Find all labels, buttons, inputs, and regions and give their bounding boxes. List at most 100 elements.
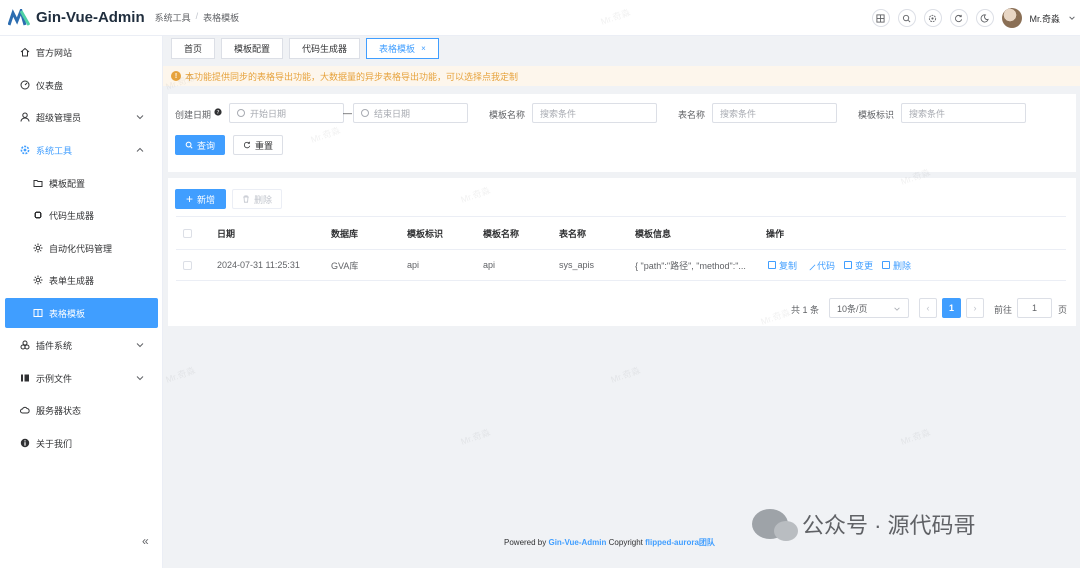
- cell-db: GVA库: [331, 260, 359, 271]
- change-action-label: 变更: [855, 260, 874, 271]
- sidebar-item-official-site[interactable]: 官方网站: [0, 37, 163, 67]
- refresh-button[interactable]: [949, 9, 968, 27]
- template-table: 日期 数据库 模板标识 模板名称 表名称 模板信息 操作 2024-07-31 …: [176, 216, 1066, 281]
- column-header-template-id[interactable]: 模板标识: [407, 217, 443, 249]
- row-select-cell: [183, 250, 192, 280]
- cell-date: 2024-07-31 11:25:31: [217, 260, 300, 270]
- query-button-label: 查询: [196, 140, 215, 151]
- sidebar-item-code-generator[interactable]: 代码生成器: [0, 200, 163, 230]
- header-actions: Mr.奇淼: [871, 0, 1077, 36]
- table-header-row: 日期 数据库 模板标识 模板名称 表名称 模板信息 操作: [176, 217, 1066, 250]
- tab-code-generator[interactable]: 代码生成器: [289, 38, 361, 59]
- settings-button[interactable]: [923, 9, 942, 27]
- breadcrumb-item-system-tools[interactable]: 系统工具: [155, 11, 191, 24]
- collapse-sidebar-button[interactable]: «: [142, 534, 149, 548]
- goto-page-input[interactable]: 1: [1017, 298, 1052, 318]
- row-checkbox[interactable]: [183, 260, 192, 270]
- page-number-1[interactable]: 1: [942, 298, 961, 318]
- column-header-table-name[interactable]: 表名称: [559, 217, 586, 249]
- page-size-value: 10条/页: [837, 303, 868, 314]
- table-row: 2024-07-31 11:25:31 GVA库 api api sys_api…: [176, 250, 1066, 281]
- add-button-label: 新增: [197, 194, 216, 205]
- user-avatar[interactable]: [1001, 8, 1022, 28]
- project-link[interactable]: Gin-Vue-Admin: [548, 538, 606, 547]
- plus-icon: +: [185, 192, 193, 206]
- clock-icon: [361, 109, 369, 117]
- chevron-right-icon: ›: [973, 303, 977, 313]
- template-name-label: 模板名称: [489, 110, 526, 120]
- end-date-input[interactable]: 结束日期: [353, 103, 468, 123]
- wechat-official-account-badge: 公众号 · 源代码哥: [752, 508, 976, 541]
- column-header-db[interactable]: 数据库: [331, 217, 358, 249]
- sidebar-item-server-status[interactable]: 服务器状态: [0, 395, 163, 425]
- sidebar-item-label: 关于我们: [36, 438, 73, 449]
- change-action[interactable]: 变更: [844, 259, 873, 272]
- top-header: Gin-Vue-Admin 系统工具 / 表格模板 Mr.奇淼: [0, 0, 1080, 36]
- table-name-placeholder: 搜索条件: [720, 108, 757, 119]
- delete-action[interactable]: 删除: [882, 259, 911, 272]
- watermark: Mr.奇淼: [459, 427, 492, 447]
- page-size-select[interactable]: 10条/页: [829, 298, 909, 318]
- sidebar-item-label: 示例文件: [36, 373, 73, 384]
- sidebar-item-label: 服务器状态: [36, 405, 82, 416]
- chevron-down-icon: [136, 343, 144, 348]
- tab-table-template[interactable]: 表格模板 ×: [366, 38, 439, 59]
- sidebar-item-dashboard[interactable]: 仪表盘: [0, 70, 163, 100]
- chevron-up-icon: [136, 147, 144, 152]
- copy-icon: [768, 261, 776, 269]
- sidebar-item-system-tools[interactable]: 系统工具: [0, 135, 163, 165]
- date-range-separator: —: [343, 108, 352, 118]
- user-name[interactable]: Mr.奇淼: [1030, 12, 1061, 25]
- sidebar-item-super-admin[interactable]: 超级管理员: [0, 102, 163, 132]
- column-header-date[interactable]: 日期: [217, 217, 235, 249]
- template-name-input[interactable]: 搜索条件: [532, 103, 657, 123]
- sidebar-item-about-us[interactable]: 关于我们: [0, 428, 163, 458]
- copy-action[interactable]: 复制: [768, 259, 797, 272]
- delete-button[interactable]: 删除: [232, 189, 282, 209]
- sidebar-item-table-template[interactable]: 表格模板: [5, 298, 158, 328]
- add-button[interactable]: + 新增: [175, 189, 226, 209]
- sidebar-item-plugin-system[interactable]: 插件系统: [0, 330, 163, 360]
- next-page-button[interactable]: ›: [966, 298, 984, 318]
- team-link[interactable]: flipped-aurora团队: [645, 538, 715, 547]
- prev-page-button[interactable]: ‹: [919, 298, 937, 318]
- table-name-input[interactable]: 搜索条件: [712, 103, 837, 123]
- query-button[interactable]: 查询: [175, 135, 225, 155]
- sidebar-item-label: 插件系统: [36, 340, 73, 351]
- plugin-icon: [20, 340, 30, 350]
- sidebar-item-example-files[interactable]: 示例文件: [0, 363, 163, 393]
- template-id-input[interactable]: 搜索条件: [901, 103, 1026, 123]
- sidebar-item-label: 表单生成器: [49, 275, 95, 286]
- sidebar-item-template-config[interactable]: 模板配置: [0, 168, 163, 198]
- code-action[interactable]: 代码: [804, 259, 835, 272]
- dark-mode-button[interactable]: [975, 9, 994, 27]
- start-date-input[interactable]: 开始日期: [229, 103, 344, 123]
- column-header-template-name[interactable]: 模板名称: [483, 217, 519, 249]
- app-logo[interactable]: Gin-Vue-Admin: [8, 8, 145, 27]
- column-header-template-info[interactable]: 模板信息: [635, 217, 671, 249]
- pagination-total: 共 1 条: [791, 305, 820, 315]
- reset-button[interactable]: 重置: [233, 135, 283, 155]
- sidebar-item-label: 超级管理员: [36, 112, 82, 123]
- sidebar-item-auto-code-admin[interactable]: 自动化代码管理: [0, 233, 163, 263]
- refresh-icon: [955, 14, 963, 22]
- search-button[interactable]: [897, 9, 916, 27]
- sidebar-item-label: 仪表盘: [36, 80, 64, 91]
- chevron-down-icon: [136, 376, 144, 381]
- pencil-icon: [804, 259, 816, 271]
- sidebar-item-label: 官方网站: [36, 47, 73, 58]
- search-form: 创建日期 ? 开始日期 — 结束日期 模板名称 搜索条件 表名称 搜索条件 模板…: [168, 94, 1076, 172]
- chevron-down-icon[interactable]: [1068, 14, 1076, 22]
- sun-icon: [33, 243, 43, 253]
- help-icon[interactable]: ?: [214, 108, 222, 116]
- sidebar-item-form-generator[interactable]: 表单生成器: [0, 265, 163, 295]
- tab-home[interactable]: 首页: [171, 38, 216, 59]
- warning-alert: ! 本功能提供同步的表格导出功能，大数据量的异步表格导出功能，可以选择点我定制: [163, 66, 1080, 86]
- layout-button[interactable]: [871, 9, 890, 27]
- watermark: Mr.奇淼: [899, 427, 932, 447]
- close-icon[interactable]: ×: [421, 44, 426, 53]
- sidebar-item-label: 代码生成器: [49, 210, 95, 221]
- tab-template-config[interactable]: 模板配置: [221, 38, 284, 59]
- alert-text[interactable]: 本功能提供同步的表格导出功能，大数据量的异步表格导出功能，可以选择点我定制: [185, 70, 518, 83]
- select-all-checkbox[interactable]: [183, 228, 192, 238]
